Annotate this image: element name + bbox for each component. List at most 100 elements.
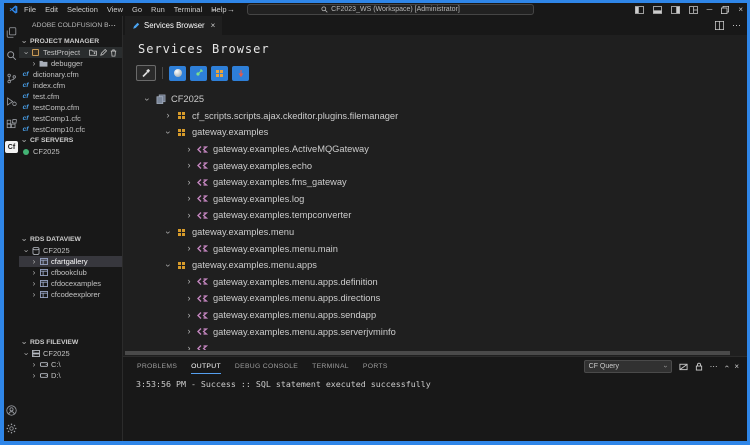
edit-pencil-icon[interactable] [100, 49, 107, 56]
project-row-index[interactable]: cf index.cfm [19, 80, 122, 91]
fileview-row-d-drive[interactable]: › D:\ [19, 370, 122, 381]
tree-row-component[interactable]: › gateway.examples.menu.apps.sendapp [123, 307, 747, 324]
chevron-right-icon: › [31, 258, 37, 266]
project-row-testcomp10[interactable]: cf testComp10.cfc [19, 124, 122, 135]
tree-row-package[interactable]: › gateway.examples.menu [123, 224, 747, 241]
tree-row-package[interactable]: › gateway.examples.menu.apps [123, 257, 747, 274]
menu-file[interactable]: File [24, 5, 36, 14]
project-row-testcomp[interactable]: cf testComp.cfm [19, 102, 122, 113]
source-control-icon[interactable] [4, 67, 19, 90]
dataview-row-cfartgallery[interactable]: › cfartgallery [19, 256, 122, 267]
tree-row-component[interactable]: › gateway.examples.tempconverter [123, 207, 747, 224]
new-folder-icon[interactable] [89, 49, 97, 56]
editor-more-icon[interactable]: ⋯ [732, 20, 741, 31]
tree-row-component[interactable]: › gateway.examples.menu.apps.definition [123, 274, 747, 291]
cfc-component-icon [197, 211, 208, 220]
dataview-row-cfdocexamples[interactable]: › cfdocexamples [19, 278, 122, 289]
server-row-cf2025[interactable]: CF2025 [19, 146, 122, 157]
tree-row-component[interactable]: › gateway.examples.menu.apps.serverjvmin… [123, 323, 747, 340]
chevron-right-icon: › [185, 244, 193, 253]
titlebar: File Edit Selection View Go Run Terminal… [4, 3, 747, 16]
tab-output[interactable]: OUTPUT [191, 359, 221, 374]
tab-debug-console[interactable]: DEBUG CONSOLE [235, 359, 298, 373]
tree-row-component[interactable]: › gateway.examples.echo [123, 157, 747, 174]
customize-layout-icon[interactable] [689, 6, 698, 14]
tree-row-package[interactable]: › cf_scripts.scripts.ajax.ckeditor.plugi… [123, 108, 747, 125]
package-grid-icon [216, 70, 223, 77]
sidebar-more-icon[interactable]: ⋯ [108, 21, 116, 30]
restore-button[interactable] [721, 6, 729, 14]
fileview-row-c-drive[interactable]: › C:\ [19, 359, 122, 370]
tree-row-component[interactable]: › gateway.examples.menu.main [123, 240, 747, 257]
menu-edit[interactable]: Edit [45, 5, 58, 14]
project-row-debugger[interactable]: › debugger [19, 58, 122, 69]
fileview-row-cf2025[interactable]: › CF2025 [19, 348, 122, 359]
chevron-right-icon: › [31, 60, 37, 68]
maximize-panel-icon[interactable]: › [721, 365, 730, 368]
show-packages-button[interactable] [211, 66, 228, 81]
project-actions [89, 49, 117, 57]
scrollbar-thumb[interactable] [125, 351, 730, 355]
menu-run[interactable]: Run [151, 5, 165, 14]
section-header-cf-servers[interactable]: › CF SERVERS [19, 135, 122, 146]
tree-row-component[interactable]: › gateway.examples.log [123, 191, 747, 208]
tab-terminal[interactable]: TERMINAL [312, 359, 349, 373]
section-header-rds-fileview[interactable]: › RDS FILEVIEW [19, 337, 122, 348]
cfm-file-icon: cf [21, 104, 30, 111]
coldfusion-extension-icon[interactable]: Cf [5, 141, 18, 153]
explorer-icon[interactable] [4, 21, 19, 44]
menu-terminal[interactable]: Terminal [174, 5, 202, 14]
output-channel-select[interactable]: CF Query › [584, 360, 672, 373]
menu-view[interactable]: View [107, 5, 123, 14]
tree-root-cf2025[interactable]: › CF2025 [123, 91, 747, 108]
panel-more-icon[interactable]: ⋯ [710, 362, 718, 371]
search-view-icon[interactable] [4, 44, 19, 67]
forward-icon[interactable]: → [227, 5, 235, 14]
tab-ports[interactable]: PORTS [363, 359, 388, 373]
tree-row-package[interactable]: › gateway.examples [123, 124, 747, 141]
tree-row-component[interactable]: › gateway.examples.menu.apps.directions [123, 290, 747, 307]
close-window-button[interactable]: × [738, 5, 743, 14]
show-functions-button[interactable] [190, 66, 207, 81]
toggle-secondary-sidebar-icon[interactable] [671, 6, 680, 14]
project-row-dictionary[interactable]: cf dictionary.cfm [19, 69, 122, 80]
tree-row-component[interactable]: › gateway.examples.ActiveMQGateway [123, 141, 747, 158]
cfm-file-icon: cf [21, 93, 30, 100]
lock-icon[interactable] [695, 362, 703, 371]
toggle-panel-icon[interactable] [653, 6, 662, 14]
section-project-manager: › PROJECT MANAGER › TestProject › [19, 36, 122, 135]
extensions-icon[interactable] [4, 113, 19, 136]
project-row-testcomp1[interactable]: cf testComp1.cfc [19, 113, 122, 124]
run-debug-icon[interactable] [4, 90, 19, 113]
trash-icon[interactable] [110, 49, 117, 57]
settings-gear-icon[interactable] [6, 423, 17, 434]
dataview-row-cf2025[interactable]: › CF2025 [19, 245, 122, 256]
tab-problems[interactable]: PROBLEMS [137, 359, 177, 373]
rds-config-button[interactable] [136, 65, 156, 81]
dataview-row-cfbookclub[interactable]: › cfbookclub [19, 267, 122, 278]
toggle-sidebar-icon[interactable] [635, 6, 644, 14]
project-row-testproject[interactable]: › TestProject [19, 47, 122, 58]
command-center-search[interactable]: CF2023_WS (Workspace) [Administrator] [247, 4, 534, 15]
menu-go[interactable]: Go [132, 5, 142, 14]
split-editor-icon[interactable] [715, 21, 724, 30]
section-header-project-manager[interactable]: › PROJECT MANAGER [19, 36, 122, 47]
project-row-test[interactable]: cf test.cfm [19, 91, 122, 102]
show-gateways-button[interactable] [232, 66, 249, 81]
activity-bar: Cf [4, 16, 19, 441]
database-icon [31, 247, 40, 255]
tab-services-browser[interactable]: Services Browser × [125, 16, 222, 35]
show-webservices-button[interactable] [169, 66, 186, 81]
minimize-button[interactable]: ─ [707, 5, 713, 14]
tree-row-component[interactable]: › gateway.examples.fms_gateway [123, 174, 747, 191]
dataview-row-cfcodeexplorer[interactable]: › cfcodeexplorer [19, 289, 122, 300]
clear-output-icon[interactable] [679, 362, 688, 371]
account-icon[interactable] [6, 405, 17, 416]
tree-label: gateway.examples.echo [213, 161, 312, 171]
back-icon[interactable]: ← [211, 5, 219, 14]
section-header-rds-dataview[interactable]: › RDS DATAVIEW [19, 234, 122, 245]
tree-label: gateway.examples.menu.apps.definition [213, 277, 378, 287]
close-panel-icon[interactable]: × [734, 362, 739, 371]
menu-selection[interactable]: Selection [67, 5, 98, 14]
tab-close-icon[interactable]: × [211, 21, 216, 30]
